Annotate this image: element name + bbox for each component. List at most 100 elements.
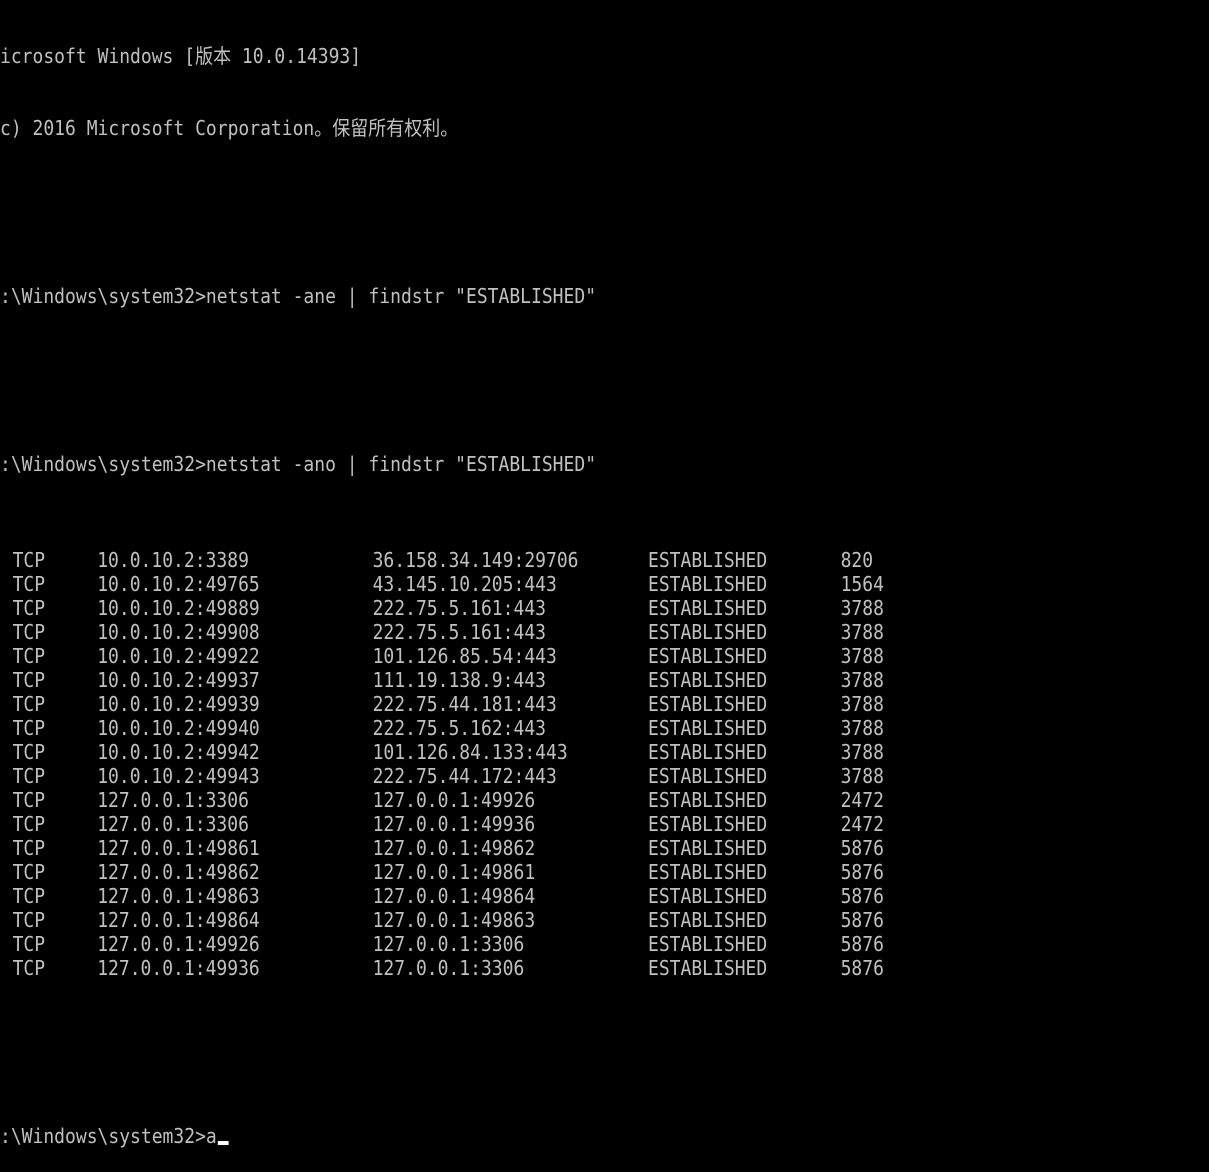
local-address-cell: 127.0.0.1:49926 <box>97 932 260 956</box>
pid-cell: 3788 <box>840 668 884 692</box>
foreign-address-cell: 101.126.85.54:443 <box>372 644 557 668</box>
proto-cell: TCP <box>12 572 46 596</box>
state-cell: ESTABLISHED <box>648 932 768 956</box>
foreign-address-cell: 127.0.0.1:3306 <box>372 956 525 980</box>
typed-input[interactable]: a <box>206 1124 217 1148</box>
table-row: TCP 10.0.10.2:49939 222.75.44.181:443 ESTAB… <box>0 692 1088 716</box>
foreign-address-cell: 127.0.0.1:49862 <box>372 836 536 860</box>
foreign-address-cell: 222.75.5.162:443 <box>372 716 546 740</box>
table-row: TCP 127.0.0.1:49862 127.0.0.1:49861 ESTABLI… <box>0 860 1088 884</box>
foreign-address-cell: 222.75.5.161:443 <box>372 596 546 620</box>
table-row: TCP 127.0.0.1:49863 127.0.0.1:49864 ESTABLI… <box>0 884 1088 908</box>
proto-cell: TCP <box>12 668 46 692</box>
foreign-address-cell: 127.0.0.1:49936 <box>372 812 536 836</box>
proto-cell: TCP <box>12 740 46 764</box>
table-row: TCP 10.0.10.2:3389 36.158.34.149:29706 ESTA… <box>0 548 1088 572</box>
state-cell: ESTABLISHED <box>648 596 768 620</box>
local-address-cell: 127.0.0.1:49862 <box>97 860 260 884</box>
local-address-cell: 127.0.0.1:3306 <box>97 788 249 812</box>
pid-cell: 2472 <box>840 788 884 812</box>
proto-cell: TCP <box>12 548 46 572</box>
proto-cell: TCP <box>12 764 46 788</box>
local-address-cell: 10.0.10.2:49908 <box>97 620 260 644</box>
state-cell: ESTABLISHED <box>648 572 768 596</box>
local-address-cell: 10.0.10.2:49922 <box>97 644 260 668</box>
table-row: TCP 10.0.10.2:49889 222.75.5.161:443 ESTABL… <box>0 596 1088 620</box>
state-cell: ESTABLISHED <box>648 668 768 692</box>
table-row: TCP 10.0.10.2:49765 43.145.10.205:443 ESTAB… <box>0 572 1088 596</box>
proto-cell: TCP <box>12 932 46 956</box>
pid-cell: 3788 <box>840 620 884 644</box>
state-cell: ESTABLISHED <box>648 908 768 932</box>
proto-cell: TCP <box>12 596 46 620</box>
proto-cell: TCP <box>12 692 46 716</box>
foreign-address-cell: 127.0.0.1:49861 <box>372 860 536 884</box>
state-cell: ESTABLISHED <box>648 692 768 716</box>
foreign-address-cell: 222.75.5.161:443 <box>372 620 546 644</box>
copyright-line: c) 2016 Microsoft Corporation。保留所有权利。 <box>0 116 459 140</box>
foreign-address-cell: 43.145.10.205:443 <box>372 572 557 596</box>
command-text: netstat -ane | findstr "ESTABLISHED" <box>205 284 597 308</box>
pid-cell: 3788 <box>840 716 884 740</box>
pid-cell: 3788 <box>840 764 884 788</box>
prompt-text: :\Windows\system32> <box>0 1124 206 1148</box>
state-cell: ESTABLISHED <box>648 788 768 812</box>
local-address-cell: 127.0.0.1:49861 <box>97 836 260 860</box>
pid-cell: 5876 <box>840 956 884 980</box>
state-cell: ESTABLISHED <box>648 884 768 908</box>
state-cell: ESTABLISHED <box>648 836 768 860</box>
foreign-address-cell: 111.19.138.9:443 <box>372 668 546 692</box>
proto-cell: TCP <box>12 860 46 884</box>
connection-table: TCP 10.0.10.2:3389 36.158.34.149:29706 ESTA… <box>0 548 1088 980</box>
state-cell: ESTABLISHED <box>648 860 768 884</box>
local-address-cell: 127.0.0.1:3306 <box>97 812 249 836</box>
proto-cell: TCP <box>12 644 46 668</box>
foreign-address-cell: 36.158.34.149:29706 <box>372 548 579 572</box>
proto-cell: TCP <box>12 908 46 932</box>
table-row: TCP 10.0.10.2:49908 222.75.5.161:443 ESTABL… <box>0 620 1088 644</box>
foreign-address-cell: 127.0.0.1:49863 <box>372 908 536 932</box>
state-cell: ESTABLISHED <box>648 644 768 668</box>
table-row: TCP 127.0.0.1:3306 127.0.0.1:49936 ESTABLIS… <box>0 812 1088 836</box>
pid-cell: 3788 <box>840 596 884 620</box>
pid-cell: 1564 <box>840 572 884 596</box>
local-address-cell: 10.0.10.2:49940 <box>97 716 260 740</box>
local-address-cell: 127.0.0.1:49936 <box>97 956 260 980</box>
state-cell: ESTABLISHED <box>648 548 768 572</box>
pid-cell: 5876 <box>840 836 884 860</box>
table-row: TCP 127.0.0.1:49926 127.0.0.1:3306 ESTABLIS… <box>0 932 1088 956</box>
table-row: TCP 127.0.0.1:49861 127.0.0.1:49862 ESTABLI… <box>0 836 1088 860</box>
table-row: TCP 127.0.0.1:49936 127.0.0.1:3306 ESTABLIS… <box>0 956 1088 980</box>
table-row: TCP 10.0.10.2:49942 101.126.84.133:443 ESTA… <box>0 740 1088 764</box>
pid-cell: 5876 <box>840 932 884 956</box>
local-address-cell: 127.0.0.1:49864 <box>97 908 260 932</box>
prompt-text: :\Windows\system32> <box>0 452 206 476</box>
local-address-cell: 127.0.0.1:49863 <box>97 884 260 908</box>
proto-cell: TCP <box>12 956 46 980</box>
local-address-cell: 10.0.10.2:49937 <box>97 668 260 692</box>
version-line: icrosoft Windows [版本 10.0.14393] <box>0 44 362 68</box>
proto-cell: TCP <box>12 620 46 644</box>
pid-cell: 5876 <box>840 908 884 932</box>
local-address-cell: 10.0.10.2:49889 <box>97 596 260 620</box>
table-row: TCP 10.0.10.2:49940 222.75.5.162:443 ESTABL… <box>0 716 1088 740</box>
foreign-address-cell: 127.0.0.1:49926 <box>372 788 536 812</box>
command-text: netstat -ano | findstr "ESTABLISHED" <box>205 452 597 476</box>
pid-cell: 5876 <box>840 884 884 908</box>
state-cell: ESTABLISHED <box>648 764 768 788</box>
command-line-2: :\Windows\system32>netstat -ano | findst… <box>0 452 1088 476</box>
state-cell: ESTABLISHED <box>648 812 768 836</box>
pid-cell: 3788 <box>840 692 884 716</box>
pid-cell: 820 <box>840 548 874 572</box>
foreign-address-cell: 101.126.84.133:443 <box>372 740 568 764</box>
table-row: TCP 10.0.10.2:49922 101.126.85.54:443 ESTAB… <box>0 644 1088 668</box>
state-cell: ESTABLISHED <box>648 620 768 644</box>
foreign-address-cell: 127.0.0.1:3306 <box>372 932 525 956</box>
proto-cell: TCP <box>12 788 46 812</box>
active-prompt[interactable]: :\Windows\system32>a <box>0 1124 1088 1148</box>
local-address-cell: 10.0.10.2:49765 <box>97 572 260 596</box>
table-row: TCP 127.0.0.1:3306 127.0.0.1:49926 ESTABLIS… <box>0 788 1088 812</box>
console-output[interactable]: icrosoft Windows [版本 10.0.14393] c) 2016… <box>0 0 1088 1172</box>
